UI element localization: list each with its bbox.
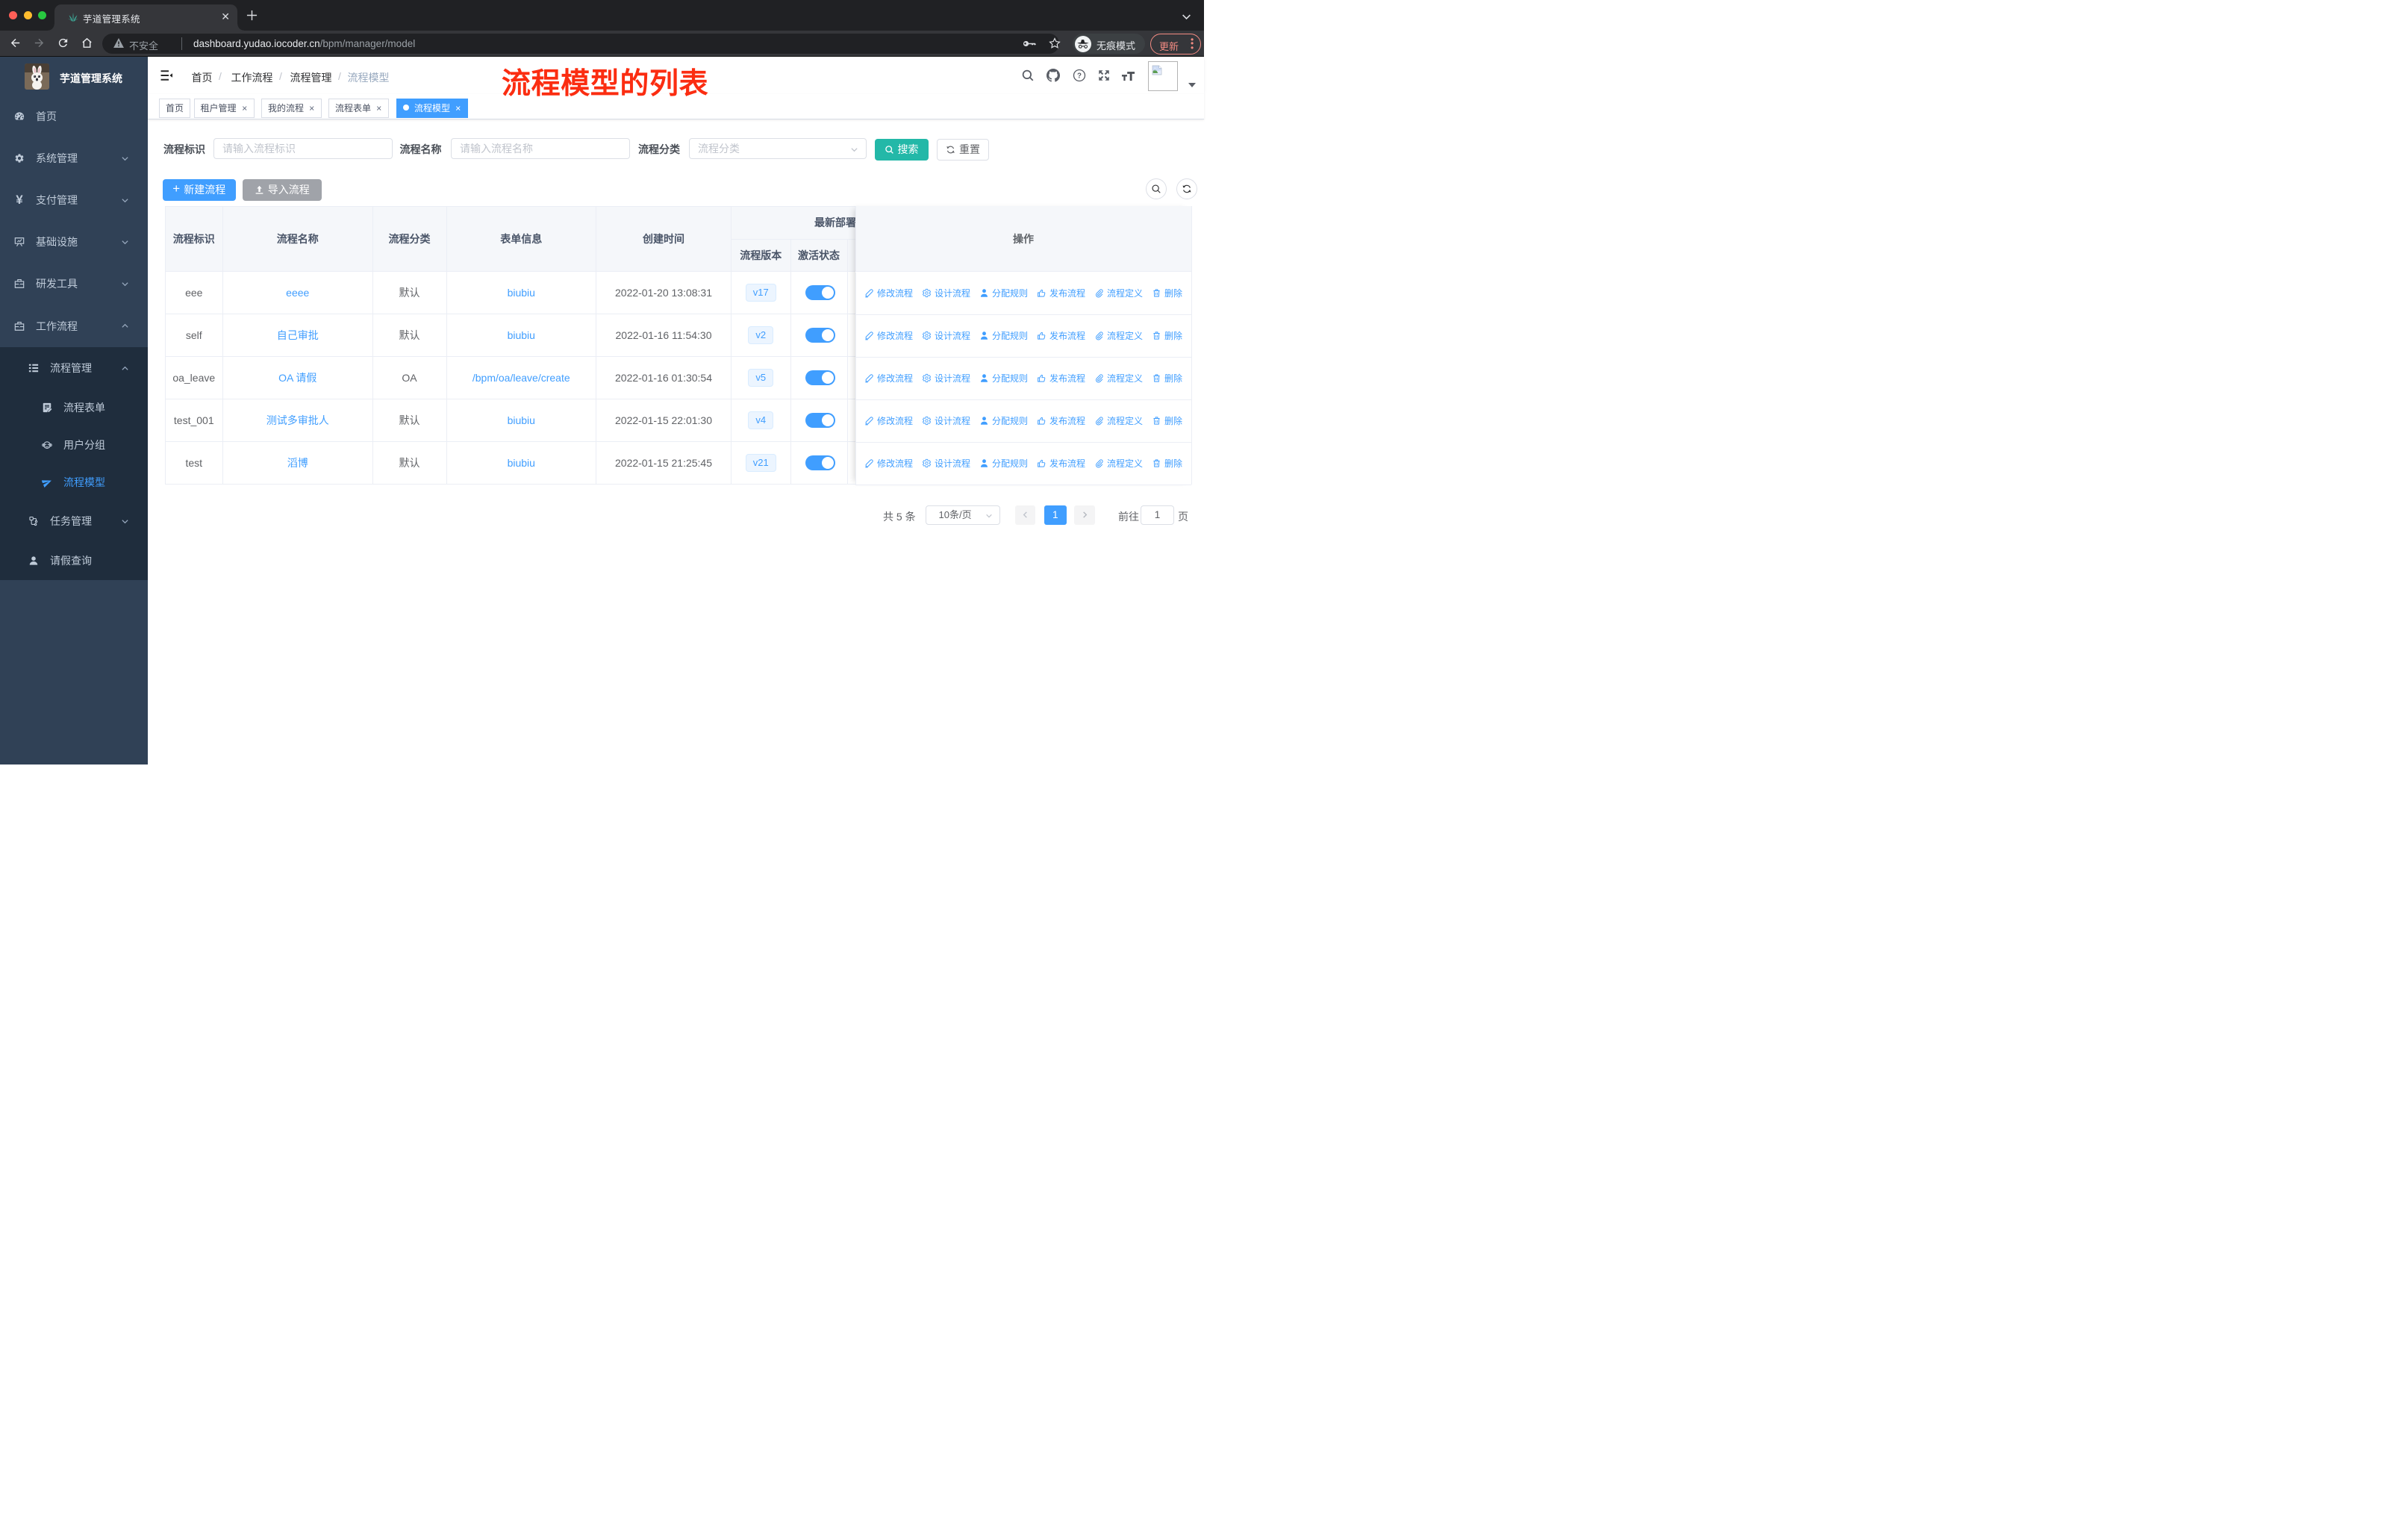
svg-text:?: ? — [1077, 72, 1082, 80]
